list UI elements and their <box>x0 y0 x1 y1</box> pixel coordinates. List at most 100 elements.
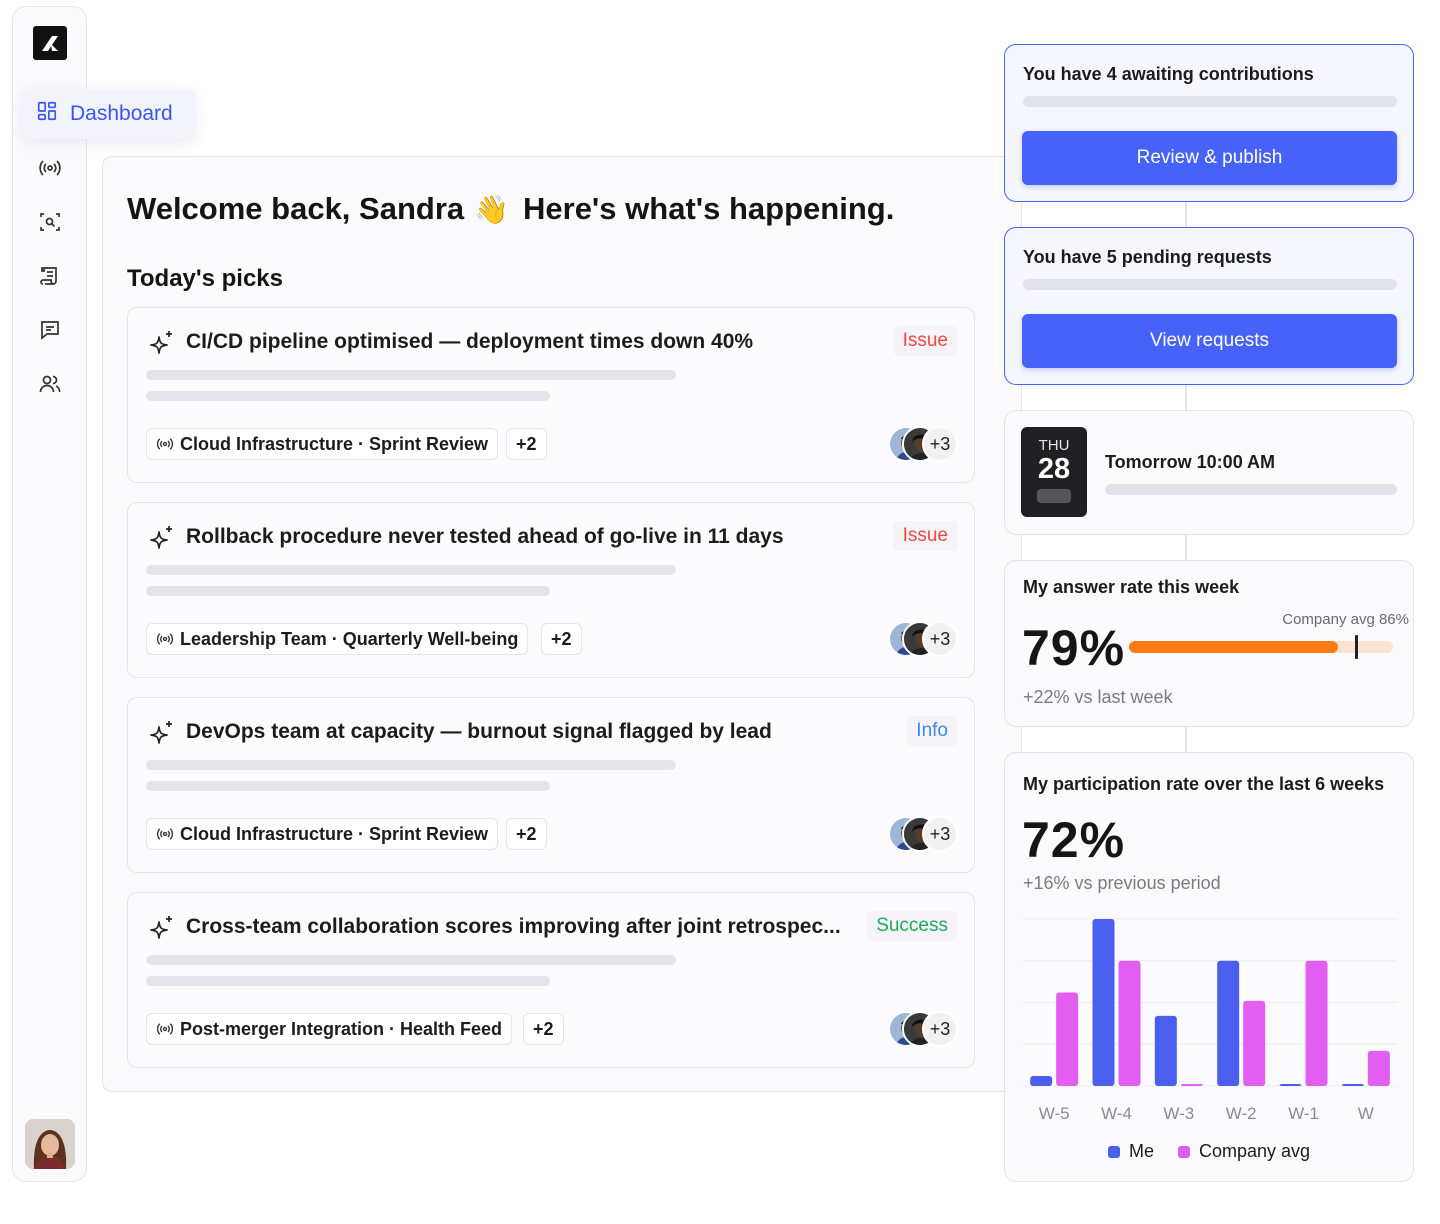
pick-card[interactable]: CI/CD pipeline optimised — deployment ti… <box>127 307 975 483</box>
x-tick-label: W-5 <box>1039 1104 1070 1123</box>
event-card[interactable]: THU 28 Tomorrow 10:00 AM <box>1004 410 1414 535</box>
more-tags-badge[interactable]: +2 <box>506 818 547 850</box>
calendar-date: 28 <box>1037 453 1071 485</box>
wave-emoji: 👋 <box>474 193 509 225</box>
placeholder-line <box>146 760 676 770</box>
legend-label: Me <box>1128 1141 1154 1161</box>
scan-search-icon[interactable] <box>37 209 63 235</box>
broadcast-icon <box>156 438 174 450</box>
sidebar-item-dashboard[interactable]: Dashboard <box>23 89 195 139</box>
more-participants: +3 <box>922 816 958 852</box>
requests-card: You have 5 pending requests View request… <box>1004 227 1414 385</box>
main-panel: Welcome back, Sandra 👋 Here's what's hap… <box>102 156 1022 1092</box>
legend-label: Company avg <box>1198 1141 1311 1161</box>
more-tags-badge[interactable]: +2 <box>506 428 547 460</box>
sparkle-icon <box>150 526 172 549</box>
participation-value: 72% <box>1022 812 1126 868</box>
pick-card[interactable]: Cross-team collaboration scores improvin… <box>127 892 975 1068</box>
source-tag[interactable]: Cloud Infrastructure · Sprint Review <box>146 428 499 460</box>
x-tick-label: W-4 <box>1101 1104 1132 1123</box>
pick-title[interactable]: DevOps team at capacity — burnout signal… <box>186 720 856 744</box>
participants[interactable]: +3 <box>888 816 958 852</box>
bar-company-avg-w-4[interactable] <box>1118 960 1141 1086</box>
bar-company-avg-w-2[interactable] <box>1243 1000 1266 1086</box>
dashboard-icon <box>36 100 58 128</box>
status-badge: Success <box>866 911 958 941</box>
participants[interactable]: +3 <box>888 621 958 657</box>
more-tags-badge[interactable]: +2 <box>523 1013 564 1045</box>
answer-rate-card: My answer rate this week 79% Company avg… <box>1004 560 1414 727</box>
pick-card[interactable]: Rollback procedure never tested ahead of… <box>127 502 975 678</box>
broadcast-icon <box>156 1023 174 1035</box>
scroll-icon[interactable] <box>37 263 63 289</box>
placeholder-line <box>146 586 550 596</box>
tag-label: Cloud Infrastructure · Sprint Review <box>180 823 489 844</box>
participation-delta: +16% vs previous period <box>1023 873 1221 893</box>
legend-item-company: Company avg <box>1177 1141 1311 1162</box>
x-tick-label: W-2 <box>1226 1104 1257 1123</box>
sparkle-icon <box>150 721 172 744</box>
bar-company-avg-w-3[interactable] <box>1180 1084 1203 1086</box>
users-icon[interactable] <box>37 371 63 397</box>
participation-title: My participation rate over the last 6 we… <box>1023 774 1385 794</box>
status-badge: Issue <box>892 521 958 551</box>
answer-rate-fill <box>1129 641 1338 653</box>
event-time: Tomorrow 10:00 AM <box>1105 452 1276 472</box>
view-requests-button[interactable]: View requests <box>1022 314 1397 368</box>
welcome-subtext: Here's what's happening. <box>523 191 895 226</box>
sidebar <box>12 6 87 1182</box>
calendar-day: THU <box>1038 437 1070 454</box>
placeholder-line <box>146 565 676 575</box>
message-icon[interactable] <box>37 317 63 343</box>
more-participants: +3 <box>922 426 958 462</box>
source-tag[interactable]: Leadership Team · Quarterly Well-being <box>146 623 529 655</box>
calendar-icon: THU 28 <box>1021 427 1087 517</box>
answer-rate-title: My answer rate this week <box>1023 577 1240 597</box>
placeholder-line <box>146 370 676 380</box>
user-avatar[interactable] <box>25 1119 75 1169</box>
pick-title[interactable]: Rollback procedure never tested ahead of… <box>186 525 856 549</box>
sparkle-icon <box>150 916 172 939</box>
section-title: Today's picks <box>127 265 283 292</box>
bar-me-w-5[interactable] <box>1030 1075 1053 1086</box>
contributions-card: You have 4 awaiting contributions Review… <box>1004 44 1414 202</box>
placeholder-line <box>146 976 550 986</box>
company-avg-marker <box>1355 635 1359 659</box>
tag-label: Post-merger Integration · Health Feed <box>180 1018 503 1039</box>
pick-card[interactable]: DevOps team at capacity — burnout signal… <box>127 697 975 873</box>
bar-company-avg-w-5[interactable] <box>1056 992 1079 1086</box>
pick-title[interactable]: CI/CD pipeline optimised — deployment ti… <box>186 330 856 354</box>
bar-company-avg-w-1[interactable] <box>1305 960 1328 1086</box>
broadcast-icon <box>156 828 174 840</box>
sparkle-icon <box>150 331 172 354</box>
placeholder-line <box>1023 279 1397 290</box>
legend-swatch <box>1177 1145 1190 1158</box>
review-publish-button[interactable]: Review & publish <box>1022 131 1397 185</box>
bar-me-w-2[interactable] <box>1217 960 1240 1086</box>
requests-title: You have 5 pending requests <box>1023 247 1272 267</box>
bar-company-avg-w[interactable] <box>1367 1050 1390 1086</box>
participants[interactable]: +3 <box>888 1011 958 1047</box>
pick-title[interactable]: Cross-team collaboration scores improvin… <box>186 915 856 939</box>
legend-item-me: Me <box>1107 1141 1154 1162</box>
more-participants: +3 <box>922 1011 958 1047</box>
x-tick-label: W-3 <box>1163 1104 1194 1123</box>
bar-me-w-3[interactable] <box>1154 1015 1177 1086</box>
broadcast-icon[interactable] <box>37 155 63 181</box>
participants[interactable]: +3 <box>888 426 958 462</box>
bar-me-w[interactable] <box>1341 1084 1364 1086</box>
bar-me-w-4[interactable] <box>1092 919 1115 1086</box>
placeholder-line <box>146 955 676 965</box>
chart-legend: Me Company avg <box>1005 1141 1413 1162</box>
broadcast-icon <box>156 633 174 645</box>
contributions-title: You have 4 awaiting contributions <box>1023 64 1314 84</box>
source-tag[interactable]: Cloud Infrastructure · Sprint Review <box>146 818 499 850</box>
source-tag[interactable]: Post-merger Integration · Health Feed <box>146 1013 513 1045</box>
calendar-bar <box>1037 489 1071 503</box>
bar-me-w-1[interactable] <box>1279 1084 1302 1086</box>
app-logo[interactable] <box>33 26 67 60</box>
more-participants: +3 <box>922 621 958 657</box>
more-tags-badge[interactable]: +2 <box>541 623 582 655</box>
status-badge: Issue <box>892 326 958 356</box>
answer-rate-value: 79% <box>1022 620 1126 676</box>
